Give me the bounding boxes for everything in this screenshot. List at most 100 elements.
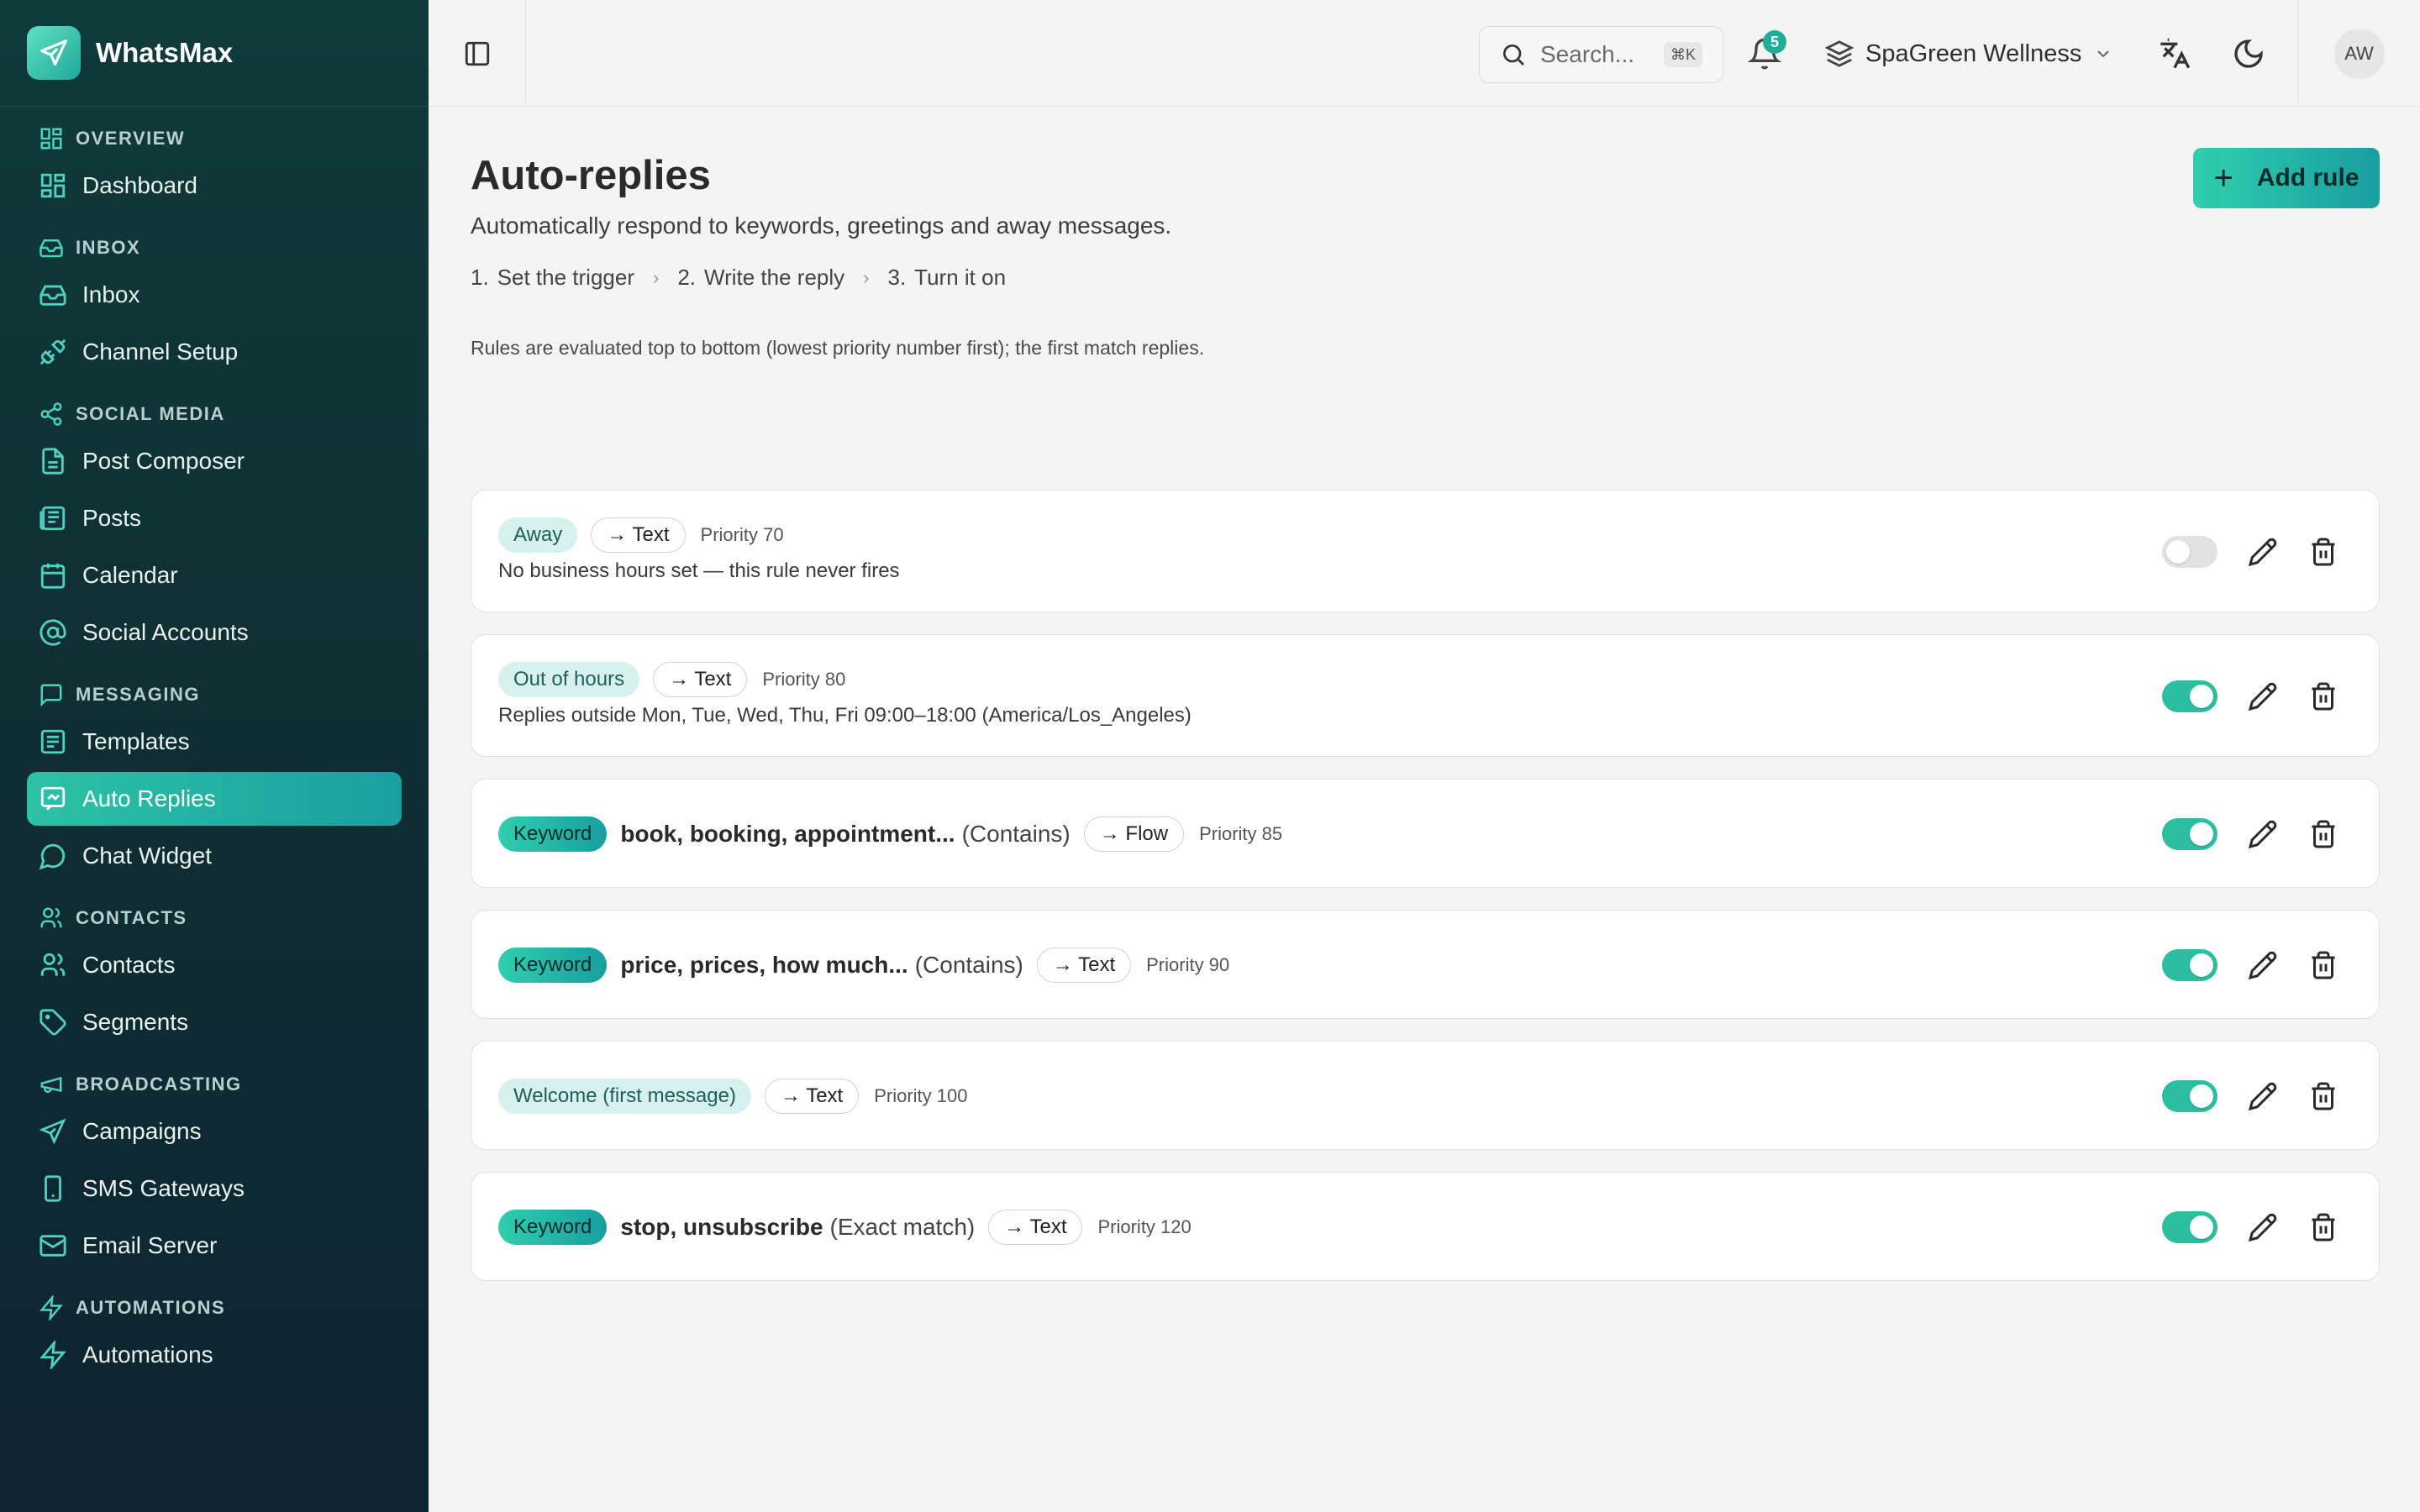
rule-enabled-toggle[interactable] (2162, 818, 2217, 850)
sidebar-item-contacts[interactable]: Contacts (27, 938, 402, 992)
plug-icon (39, 339, 66, 365)
pencil-icon[interactable] (2248, 819, 2278, 849)
rule-priority: Priority 85 (1199, 823, 1283, 844)
sidebar-panel-icon (465, 41, 489, 66)
sidebar-item-posts[interactable]: Posts (27, 491, 402, 545)
rule-priority: Priority 70 (700, 524, 784, 545)
sidebar-item-segments[interactable]: Segments (27, 995, 402, 1049)
add-rule-button[interactable]: + Add rule (2193, 148, 2380, 208)
tag-icon (39, 1009, 66, 1036)
sidebar-item-calendar[interactable]: Calendar (27, 549, 402, 602)
sidebar-item-inbox[interactable]: Inbox (27, 268, 402, 322)
sidebar-item-label: Posts (82, 505, 142, 531)
sidebar-item-label: Segments (82, 1009, 189, 1035)
rule-match-mode: (Contains) (914, 952, 1023, 978)
step-number: 2. (677, 265, 697, 290)
add-rule-label: Add rule (2256, 164, 2360, 192)
sidebar-item-dashboard[interactable]: Dashboard (27, 159, 402, 213)
rule-description: No business hours set — this rule never … (498, 559, 900, 582)
nav-section-inbox: INBOX (27, 231, 402, 265)
mail-icon (39, 1235, 66, 1257)
sidebar-item-templates[interactable]: Templates (27, 715, 402, 769)
pencil-icon[interactable] (2248, 1081, 2278, 1111)
inbox-icon (39, 285, 66, 306)
pencil-icon[interactable] (2248, 681, 2278, 711)
sidebar-item-post-composer[interactable]: Post Composer (27, 434, 402, 488)
translate-icon[interactable] (2158, 37, 2191, 71)
sidebar-item-label: Inbox (82, 281, 140, 307)
brand[interactable]: WhatsMax (0, 0, 429, 107)
search-icon (1503, 45, 1524, 66)
rules-evaluation-note: Rules are evaluated top to bottom (lowes… (471, 337, 1205, 359)
workspace-name: SpaGreen Wellness (1865, 39, 2082, 67)
send-icon (39, 1118, 66, 1145)
grid-icon (40, 173, 66, 198)
rule-keywords: price, prices, how much... (620, 952, 908, 978)
pencil-icon[interactable] (2248, 537, 2278, 567)
sidebar-item-sms-gateways[interactable]: SMS Gateways (27, 1162, 402, 1215)
rule-action-chip: → Text (988, 1210, 1083, 1245)
rule-card[interactable]: Away → Text Priority 70 No business hour… (471, 490, 2380, 612)
users-icon (40, 907, 62, 928)
pencil-icon[interactable] (2248, 950, 2278, 980)
sidebar-item-channel-setup[interactable]: Channel Setup (27, 325, 402, 379)
sidebar-item-label: Calendar (82, 562, 178, 588)
top-bar: Search... ⌘K 5 SpaGreen Wellness AW (429, 0, 2420, 107)
bolt-icon (39, 1295, 63, 1320)
rule-action-chip: → Flow (1083, 816, 1185, 852)
trash-icon[interactable] (2308, 819, 2338, 849)
rule-priority: Priority 100 (874, 1085, 968, 1106)
rule-enabled-toggle[interactable] (2162, 1211, 2217, 1243)
megaphone-icon (40, 1076, 62, 1093)
step-label: Set the trigger (497, 265, 634, 290)
sidebar-item-label: SMS Gateways (82, 1175, 245, 1201)
nav-section-label: OVERVIEW (76, 128, 186, 149)
rule-priority: Priority 80 (762, 669, 846, 690)
step-label: Write the reply (704, 265, 845, 290)
rule-card[interactable]: Keyword book, booking, appointment... (C… (471, 779, 2380, 888)
rule-enabled-toggle[interactable] (2162, 1080, 2217, 1112)
rule-card[interactable]: Keyword price, prices, how much... (Cont… (471, 910, 2380, 1019)
trash-icon[interactable] (2308, 1212, 2338, 1242)
rule-enabled-toggle[interactable] (2162, 536, 2217, 568)
step-number: 1. (471, 265, 489, 290)
step-label: Turn it on (914, 265, 1007, 290)
rule-keywords: book, booking, appointment... (620, 821, 955, 847)
rule-enabled-toggle[interactable] (2162, 680, 2217, 712)
search-input[interactable]: Search... ⌘K (1479, 26, 1723, 83)
template-icon (40, 729, 66, 754)
trash-icon[interactable] (2308, 1081, 2338, 1111)
rule-match-mode: (Exact match) (829, 1214, 976, 1240)
nav-section-overview: OVERVIEW (27, 122, 402, 155)
rule-enabled-toggle[interactable] (2162, 949, 2217, 981)
sidebar-nav: OVERVIEW Dashboard INBOX Inbox Channel S… (0, 122, 429, 1382)
sidebar: WhatsMax OVERVIEW Dashboard INBOX Inbox … (0, 0, 429, 1512)
trash-icon[interactable] (2308, 950, 2338, 980)
pencil-icon[interactable] (2248, 1212, 2278, 1242)
moon-icon[interactable] (2232, 37, 2265, 71)
trash-icon[interactable] (2308, 681, 2338, 711)
sidebar-item-social-accounts[interactable]: Social Accounts (27, 606, 402, 659)
sidebar-item-auto-replies[interactable]: Auto Replies (27, 772, 402, 826)
rule-card[interactable]: Keyword stop, unsubscribe (Exact match) … (471, 1172, 2380, 1281)
share-icon (40, 402, 62, 426)
rule-description: Replies outside Mon, Tue, Wed, Thu, Fri … (498, 704, 1192, 727)
sidebar-item-chat-widget[interactable]: Chat Widget (27, 829, 402, 883)
sidebar-item-email-server[interactable]: Email Server (27, 1219, 402, 1273)
sidebar-item-label: Automations (82, 1341, 213, 1368)
rule-priority: Priority 90 (1146, 954, 1230, 975)
notification-count-badge: 5 (1763, 30, 1786, 54)
sidebar-item-automations[interactable]: Automations (27, 1328, 402, 1382)
sidebar-toggle-button[interactable] (429, 0, 526, 107)
user-menu[interactable]: AW (2297, 0, 2420, 107)
workspace-switcher[interactable]: SpaGreen Wellness (1825, 30, 2113, 77)
rule-card[interactable]: Out of hours → Text Priority 80 Replies … (471, 634, 2380, 757)
sidebar-item-label: Dashboard (82, 172, 197, 198)
rule-card[interactable]: Welcome (first message) → Text Priority … (471, 1041, 2380, 1150)
rule-action-chip: → Text (764, 1079, 860, 1114)
search-placeholder: Search... (1540, 41, 1635, 67)
sidebar-item-campaigns[interactable]: Campaigns (27, 1105, 402, 1158)
trash-icon[interactable] (2308, 537, 2338, 567)
rule-type-badge: Out of hours (498, 662, 640, 697)
avatar[interactable]: AW (2333, 28, 2385, 79)
